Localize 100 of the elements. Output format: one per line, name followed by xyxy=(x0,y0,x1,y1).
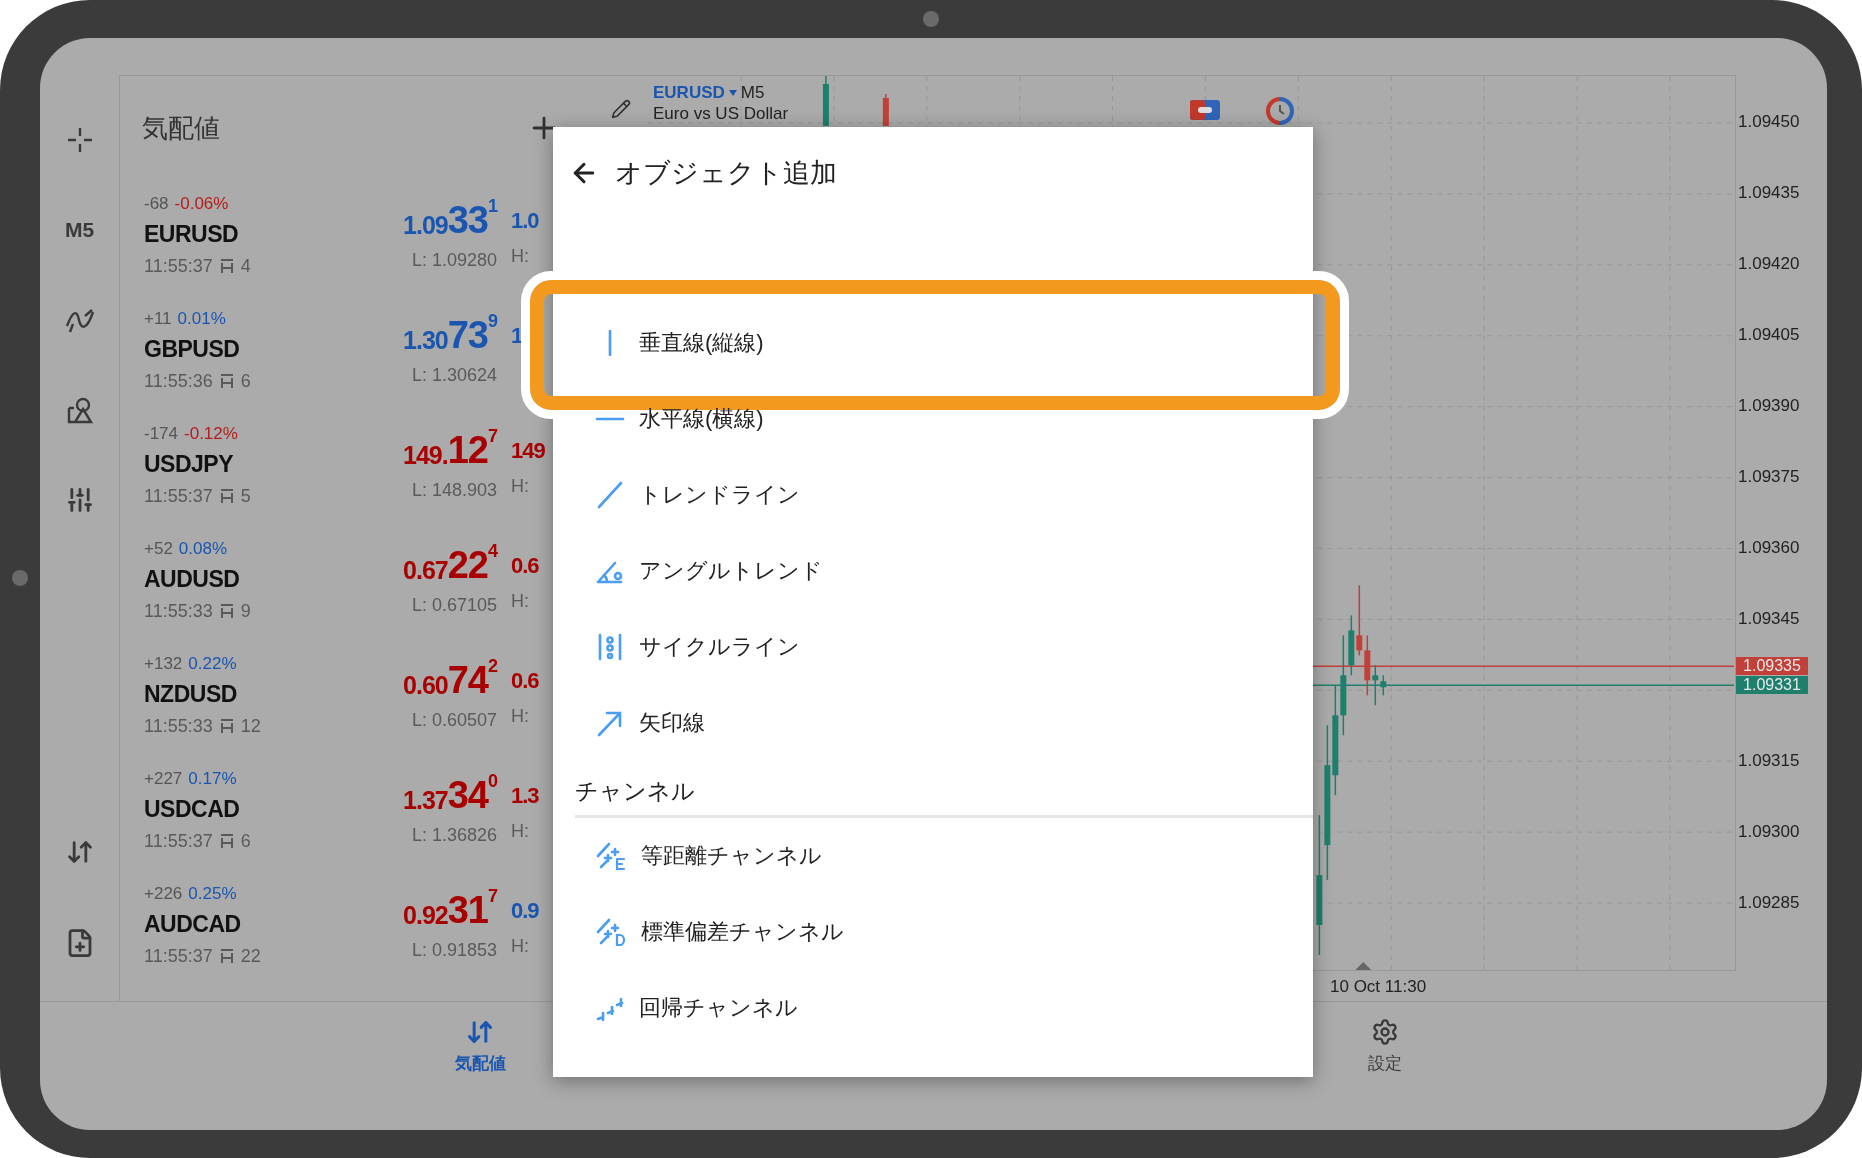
change-percent: -0.06% xyxy=(174,193,229,215)
section-title: チャンネル xyxy=(575,777,695,806)
high-price: H: xyxy=(511,705,529,728)
change-percent: 0.22% xyxy=(188,653,237,675)
quote-time: 11:55:37 xyxy=(144,485,213,508)
clock-icon[interactable] xyxy=(1265,96,1295,126)
high-price: H: xyxy=(511,245,529,268)
price-axis-label: 1.09285 xyxy=(1738,893,1800,913)
crosshair-icon[interactable] xyxy=(65,126,94,154)
quote-time: 11:55:37 xyxy=(144,255,213,278)
spread-icon xyxy=(218,258,235,274)
menu-item[interactable]: 水平線(横線) xyxy=(639,404,764,434)
menu-item[interactable]: 垂直線(縦線) xyxy=(639,328,764,358)
timeframe-button[interactable]: M5 xyxy=(64,216,95,244)
change-percent: -0.12% xyxy=(184,423,238,445)
panel-title: 気配値 xyxy=(142,111,221,145)
price-axis-label: 1.09315 xyxy=(1738,751,1800,771)
high-price: H: xyxy=(511,935,529,958)
symbol-name[interactable]: EURUSD xyxy=(144,218,386,250)
ask-price-tag: 1.09331 xyxy=(1736,676,1808,694)
price-axis-label: 1.09345 xyxy=(1738,609,1800,629)
low-price: L: 0.91853 xyxy=(411,939,497,962)
ask-price: 1.3 xyxy=(511,782,539,810)
up-down-arrows-icon xyxy=(466,1018,494,1046)
high-price: H: xyxy=(511,590,529,613)
low-price: L: 0.60507 xyxy=(411,709,497,732)
menu-item[interactable]: 矢印線 xyxy=(639,708,705,738)
quote-time: 11:55:37 xyxy=(144,830,213,853)
time-marker-icon xyxy=(1355,962,1372,970)
price-axis-label: 1.09360 xyxy=(1738,538,1800,558)
quote-time: 11:55:36 xyxy=(144,370,213,393)
spread-icon xyxy=(218,718,235,734)
spread-value: 12 xyxy=(240,715,261,738)
low-price: L: 1.09280 xyxy=(411,249,497,272)
change-points: +226 xyxy=(144,883,183,905)
change-points: +227 xyxy=(144,768,183,790)
price-axis-label: 1.09435 xyxy=(1738,183,1800,203)
price-axis-label: 1.09300 xyxy=(1738,822,1800,842)
symbol-name[interactable]: NZDUSD xyxy=(144,678,386,710)
low-price: L: 0.67105 xyxy=(411,594,497,617)
channel-icon xyxy=(595,917,627,947)
price-axis-label: 1.09420 xyxy=(1738,254,1800,274)
change-percent: 0.08% xyxy=(178,538,228,560)
symbol-name[interactable]: AUDCAD xyxy=(144,908,386,940)
symbol-name[interactable]: AUDUSD xyxy=(144,563,386,595)
symbol-name[interactable]: GBPUSD xyxy=(144,333,386,365)
dropdown-icon xyxy=(728,90,737,96)
low-price: L: 1.30624 xyxy=(411,364,497,387)
change-points: +52 xyxy=(144,538,173,560)
ask-price: 0.6 xyxy=(511,552,539,580)
change-percent: 0.25% xyxy=(188,883,237,905)
edit-icon[interactable] xyxy=(611,99,631,119)
low-price: L: 148.903 xyxy=(411,479,497,502)
horizontal-line-icon xyxy=(595,417,625,421)
spread-value: 9 xyxy=(240,600,251,623)
time-axis-label: 10 Oct 11:30 xyxy=(1330,977,1427,996)
spread-value: 6 xyxy=(240,830,251,853)
menu-item[interactable]: 等距離チャンネル xyxy=(641,841,822,871)
spread-value: 5 xyxy=(240,485,251,508)
price-axis-label: 1.09375 xyxy=(1738,467,1800,487)
nav-tab[interactable]: 設定 xyxy=(1325,1002,1445,1130)
chart-description: Euro vs US Dollar xyxy=(653,104,789,124)
change-points: +11 xyxy=(144,308,172,330)
candle xyxy=(882,93,889,127)
spread-value: 6 xyxy=(240,370,251,393)
ask-price: 0.9 xyxy=(511,897,539,925)
channel-icon xyxy=(595,841,627,871)
change-points: -68 xyxy=(144,193,169,215)
camera-icon xyxy=(923,11,939,27)
spread-icon xyxy=(218,488,235,504)
ask-price: 0.6 xyxy=(511,667,539,695)
indicator-icon[interactable] xyxy=(64,306,95,334)
spread-value: 4 xyxy=(240,255,251,278)
ask-price: 149 xyxy=(511,437,545,465)
quote-time: 11:55:33 xyxy=(144,600,213,623)
menu-item[interactable]: サイクルライン xyxy=(639,632,800,662)
dialog-title: オブジェクト追加 xyxy=(615,157,837,190)
high-price: H: xyxy=(511,475,529,498)
ask-price: 1.0 xyxy=(511,207,539,235)
bid-price-tag: 1.09335 xyxy=(1736,657,1808,675)
settings-icon xyxy=(1371,1018,1399,1046)
spread-value: 22 xyxy=(240,945,261,968)
symbol-name[interactable]: USDCAD xyxy=(144,793,386,825)
price-axis-label: 1.09390 xyxy=(1738,396,1800,416)
quote-time: 11:55:33 xyxy=(144,715,213,738)
menu-item[interactable]: 標準偏差チャンネル xyxy=(641,917,844,947)
chart-timeframe: M5 xyxy=(740,82,765,104)
sliders-icon[interactable] xyxy=(65,486,94,514)
menu-item[interactable]: トレンドライン xyxy=(639,480,800,510)
change-points: +132 xyxy=(144,653,183,675)
change-percent: 0.01% xyxy=(177,308,226,330)
vertical-line-icon xyxy=(608,330,612,356)
spread-icon xyxy=(218,603,235,619)
change-points: -174 xyxy=(144,423,179,445)
up-down-arrows-icon[interactable] xyxy=(65,838,94,866)
menu-item[interactable]: 回帰チャンネル xyxy=(639,993,798,1023)
shapes-icon[interactable] xyxy=(65,396,94,424)
menu-item[interactable]: アングルトレンド xyxy=(639,556,823,586)
symbol-name[interactable]: USDJPY xyxy=(144,448,386,480)
quote-time: 11:55:37 xyxy=(144,945,213,968)
